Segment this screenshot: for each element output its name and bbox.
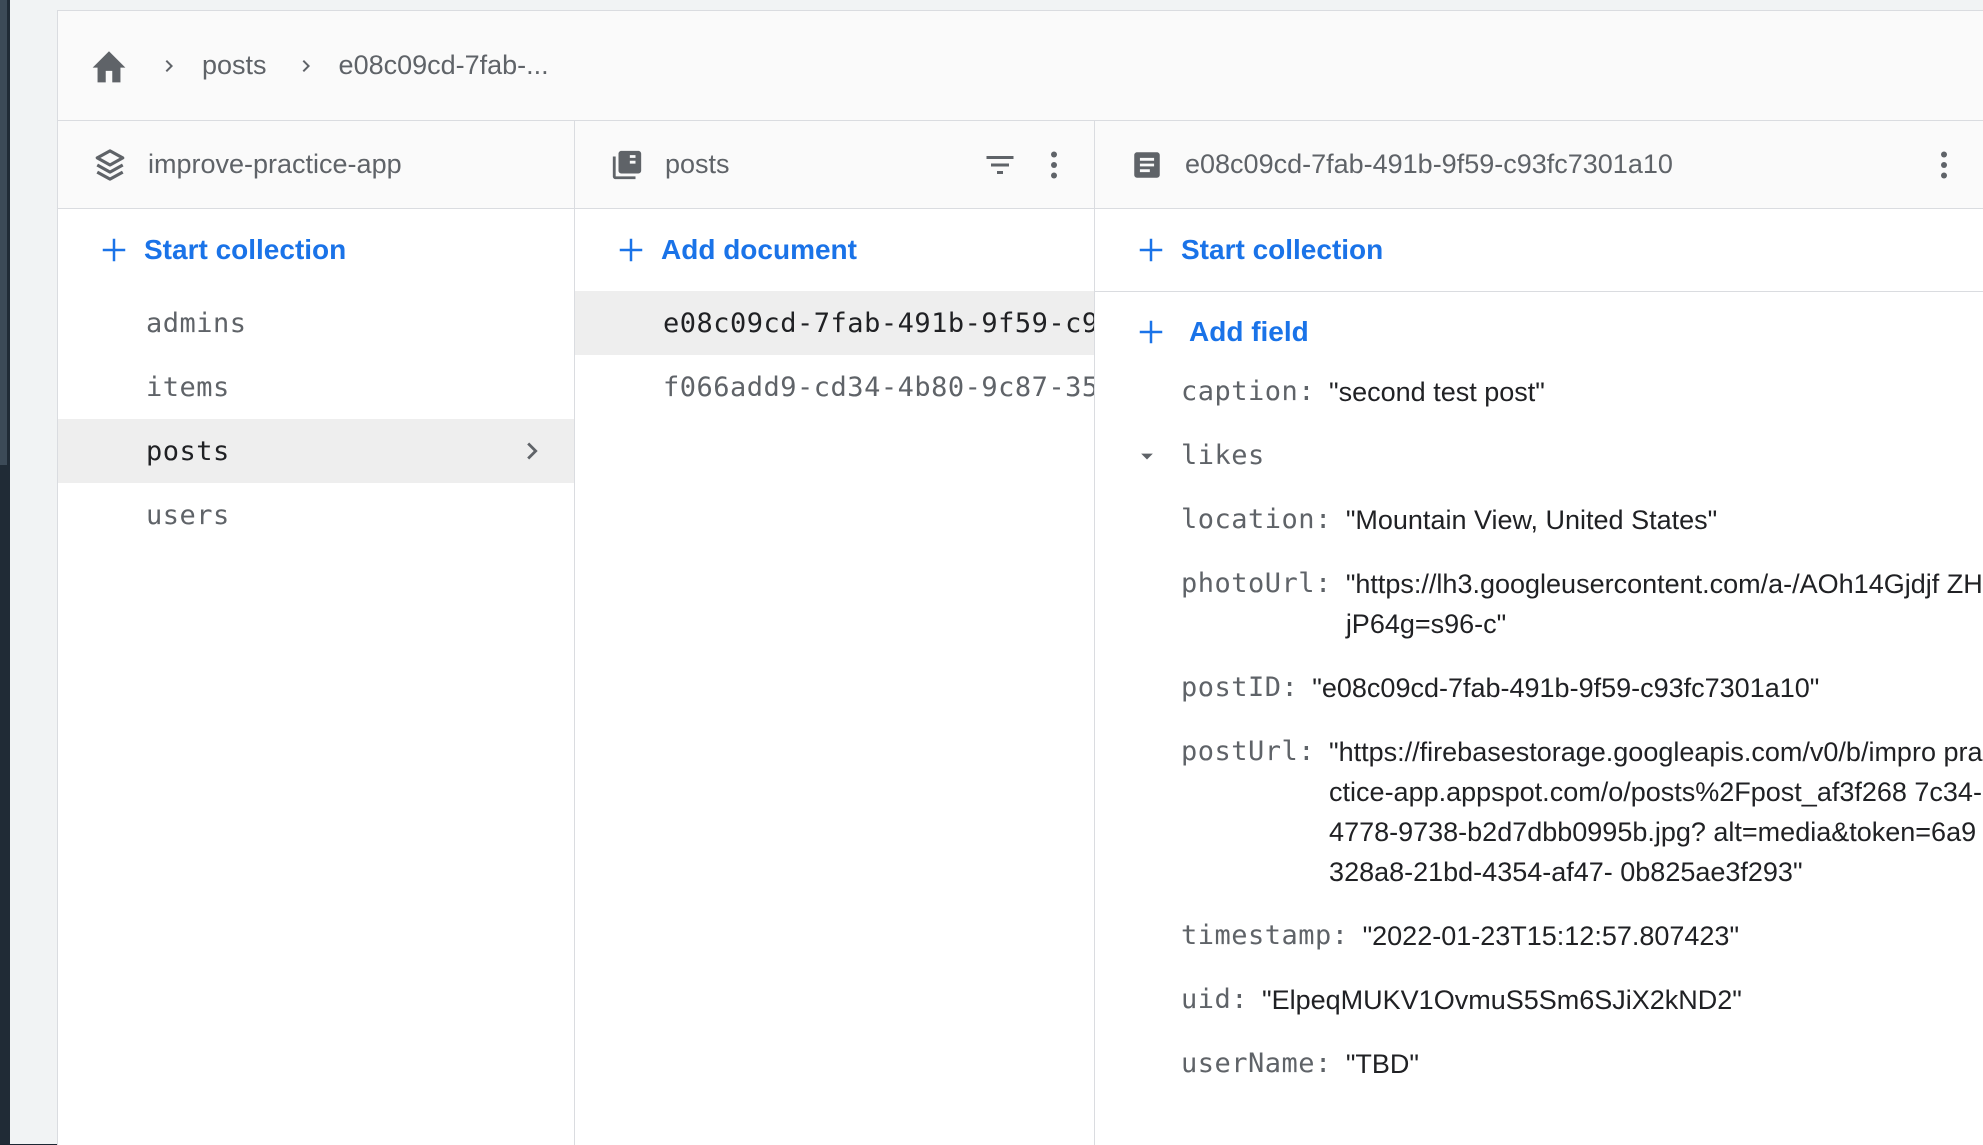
start-collection-label: Start collection (1181, 234, 1384, 265)
field-caption[interactable]: caption: "second test post" (1095, 372, 1983, 412)
field-likes[interactable]: likes (1095, 436, 1983, 476)
document-title: e08c09cd-7fab-491b-9f59-c93fc7301a10 (1185, 149, 1673, 179)
document-item[interactable]: f066add9-cd34-4b80-9c87-35 (575, 355, 1094, 419)
collection-item-users[interactable]: users (58, 483, 574, 547)
add-icon (1133, 232, 1169, 268)
document-id: e08c09cd-7fab-491b-9f59-c9 (663, 307, 1094, 339)
more-vert-icon[interactable] (1924, 145, 1964, 185)
field-key: userName: (1181, 1048, 1332, 1079)
field-key: postID: (1181, 672, 1299, 703)
field-key: postUrl: (1181, 736, 1316, 767)
collection-item-items[interactable]: items (58, 355, 574, 419)
scrollbar-thumb[interactable] (0, 0, 7, 465)
field-key: location: (1181, 504, 1332, 535)
firestore-data-panel: posts e08c09cd-7fab-... improve-practice… (57, 10, 1983, 1145)
arrow-drop-down-icon[interactable] (1131, 440, 1163, 472)
field-value: "e08c09cd-7fab-491b-9f59-c93fc7301a10" (1312, 673, 1820, 703)
chevron-right-icon (512, 431, 552, 471)
add-icon (1133, 314, 1169, 350)
field-value: "second test post" (1329, 377, 1545, 407)
field-photourl[interactable]: photoUrl: "https://lh3.googleusercontent… (1095, 564, 1983, 644)
filter-icon[interactable] (980, 145, 1020, 185)
field-key: photoUrl: (1181, 568, 1332, 599)
field-posturl[interactable]: postUrl: "https://firebasestorage.google… (1095, 732, 1983, 892)
window-edge-strip (0, 0, 10, 1144)
start-collection-button[interactable]: Start collection (58, 209, 574, 291)
home-icon[interactable] (88, 45, 130, 87)
field-value: "https://firebasestorage.googleapis.com/… (1329, 737, 1983, 887)
field-key: likes (1181, 440, 1265, 471)
chevron-right-icon (291, 51, 321, 81)
document-item-selected[interactable]: e08c09cd-7fab-491b-9f59-c9 (575, 291, 1094, 355)
field-value: "2022-01-23T15:12:57.807423" (1362, 921, 1740, 951)
collection-item-posts[interactable]: posts (58, 419, 574, 483)
field-timestamp[interactable]: timestamp: "2022-01-23T15:12:57.807423" (1095, 916, 1983, 956)
add-icon (96, 232, 132, 268)
collection-label: posts (146, 435, 230, 467)
field-value: "ElpeqMUKV1OvmuS5Sm6SJiX2kND2" (1262, 985, 1742, 1015)
collection-title: posts (665, 149, 730, 179)
field-list: caption: "second test post" likes locati… (1095, 372, 1983, 1084)
field-uid[interactable]: uid: "ElpeqMUKV1OvmuS5Sm6SJiX2kND2" (1095, 980, 1983, 1020)
root-column: improve-practice-app Start collection ad… (58, 121, 575, 1145)
collection-label: admins (146, 307, 247, 339)
add-document-button[interactable]: Add document (575, 209, 1094, 291)
add-field-label: Add field (1189, 316, 1309, 347)
breadcrumb-item-posts[interactable]: posts (202, 50, 267, 81)
field-value: "Mountain View, United States" (1345, 505, 1718, 535)
field-postid[interactable]: postID: "e08c09cd-7fab-491b-9f59-c93fc73… (1095, 668, 1983, 708)
document-icon (1127, 145, 1167, 185)
collection-icon (607, 145, 647, 185)
collection-item-admins[interactable]: admins (58, 291, 574, 355)
firestore-stack-icon (90, 145, 130, 185)
field-username[interactable]: userName: "TBD" (1095, 1044, 1983, 1084)
collection-column-header: posts (575, 121, 1094, 209)
breadcrumb-item-document[interactable]: e08c09cd-7fab-... (339, 50, 549, 81)
root-column-header: improve-practice-app (58, 121, 574, 209)
field-key: uid: (1181, 984, 1249, 1015)
project-title: improve-practice-app (148, 149, 402, 179)
more-vert-icon[interactable] (1034, 145, 1074, 185)
document-id: f066add9-cd34-4b80-9c87-35 (663, 371, 1094, 403)
field-key: caption: (1181, 376, 1316, 407)
add-document-label: Add document (661, 234, 857, 265)
collection-label: items (146, 371, 230, 403)
breadcrumb: posts e08c09cd-7fab-... (58, 11, 1983, 121)
collection-label: users (146, 499, 230, 531)
chevron-right-icon (154, 51, 184, 81)
add-icon (613, 232, 649, 268)
document-column: e08c09cd-7fab-491b-9f59-c93fc7301a10 Sta… (1095, 121, 1983, 1145)
add-field-button[interactable]: Add field (1095, 292, 1983, 372)
field-value: "TBD" (1345, 1049, 1419, 1079)
start-collection-button[interactable]: Start collection (1095, 209, 1983, 292)
collection-column: posts Add document e08c09cd-7fab-491b-9f… (575, 121, 1095, 1145)
field-location[interactable]: location: "Mountain View, United States" (1095, 500, 1983, 540)
start-collection-label: Start collection (144, 234, 347, 265)
field-value: "https://lh3.googleusercontent.com/a-/AO… (1345, 569, 1983, 639)
field-key: timestamp: (1181, 920, 1349, 951)
document-column-header: e08c09cd-7fab-491b-9f59-c93fc7301a10 (1095, 121, 1983, 209)
